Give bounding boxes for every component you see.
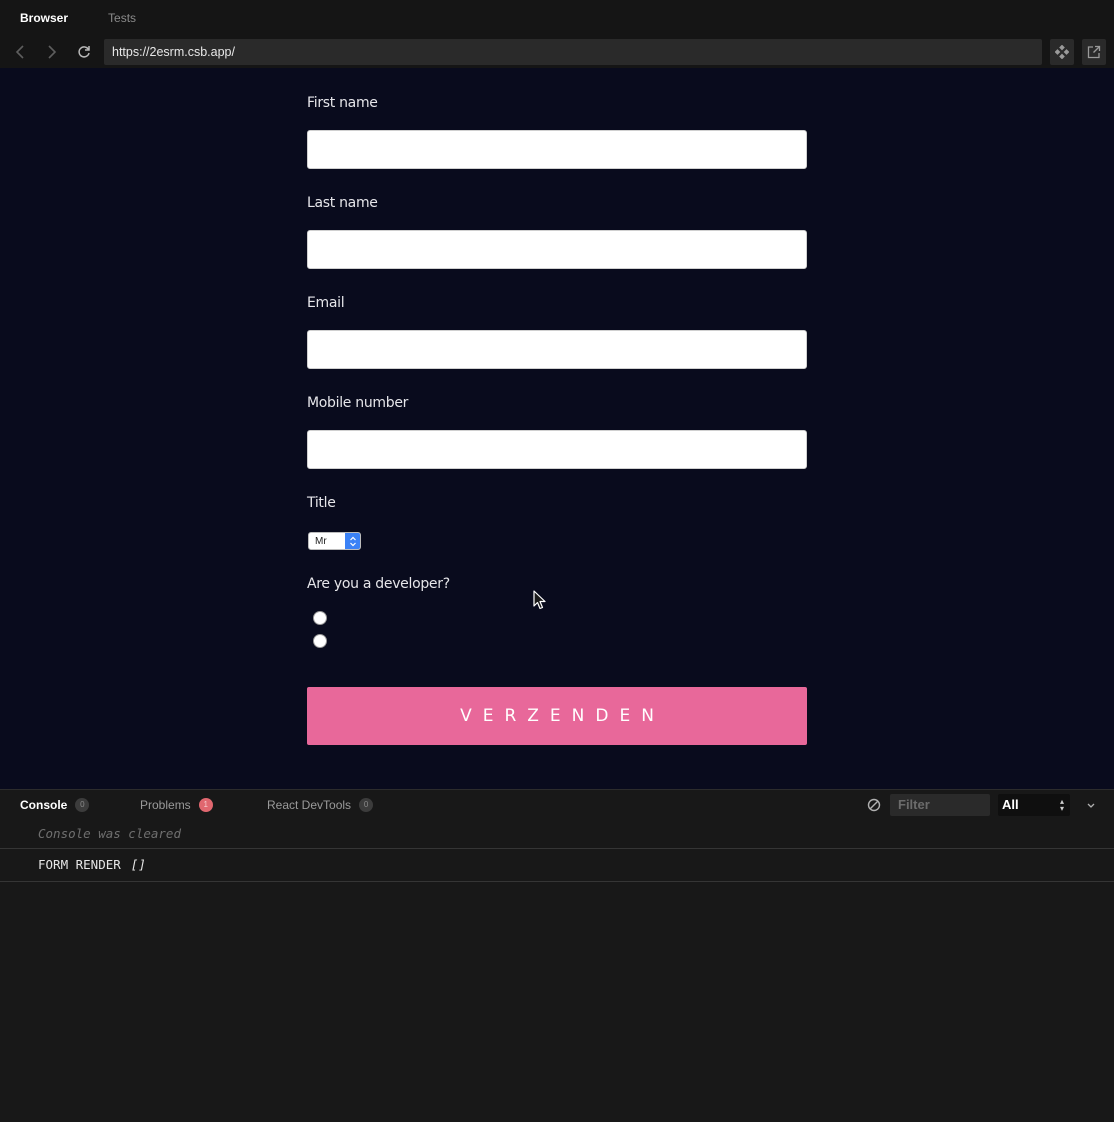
mobile-number-input[interactable]: [307, 430, 807, 469]
console-cleared-message: Console was cleared: [0, 823, 1114, 849]
react-devtools-count-badge: 0: [359, 798, 374, 812]
chevron-left-icon: [15, 45, 24, 59]
last-name-input[interactable]: [307, 230, 807, 269]
console-tabs: Console 0 Problems 1 React DevTools 0 Fi…: [0, 790, 1114, 820]
tab-react-devtools[interactable]: React DevTools 0: [267, 790, 374, 820]
url-input[interactable]: https://2esrm.csb.app/: [104, 39, 1042, 65]
console-panel: Console 0 Problems 1 React DevTools 0 Fi…: [0, 789, 1114, 1122]
email-label: Email: [307, 295, 345, 311]
tab-problems[interactable]: Problems 1: [140, 790, 213, 820]
refresh-button[interactable]: [68, 36, 100, 68]
tab-react-devtools-label: React DevTools: [267, 798, 352, 812]
title-select[interactable]: Mr: [308, 532, 361, 550]
back-button[interactable]: [4, 36, 36, 68]
log-level-value: All: [1002, 797, 1019, 812]
updown-arrows-icon: ▴ ▾: [1059, 797, 1064, 813]
log-level-select[interactable]: All ▴ ▾: [998, 794, 1070, 816]
external-link-icon: [1087, 45, 1101, 59]
tab-tests[interactable]: Tests: [88, 0, 156, 36]
select-arrows-icon: [345, 533, 360, 549]
tab-console-label: Console: [20, 798, 68, 812]
email-input[interactable]: [307, 330, 807, 369]
codesandbox-icon: [1055, 45, 1069, 59]
filter-input[interactable]: Filter: [890, 794, 990, 816]
problems-count-badge: 1: [198, 798, 213, 812]
first-name-input[interactable]: [307, 130, 807, 169]
first-name-label: First name: [307, 95, 378, 111]
navigation-bar: https://2esrm.csb.app/: [0, 36, 1114, 68]
mouse-cursor-icon: [533, 590, 546, 610]
tab-problems-label: Problems: [140, 798, 191, 812]
title-label: Title: [307, 495, 336, 511]
last-name-label: Last name: [307, 195, 378, 211]
title-selected-value: Mr: [315, 535, 327, 547]
tab-browser[interactable]: Browser: [0, 0, 88, 36]
submit-button[interactable]: VERZENDEN: [307, 687, 807, 745]
forward-button[interactable]: [36, 36, 68, 68]
developer-radio-no[interactable]: [313, 634, 327, 648]
top-tabs: Browser Tests: [0, 0, 1114, 36]
chevron-right-icon: [48, 45, 57, 59]
open-new-window-button[interactable]: [1082, 39, 1106, 65]
tab-console[interactable]: Console 0: [20, 790, 90, 820]
log-message-arg: []: [130, 857, 146, 872]
mobile-number-label: Mobile number: [307, 395, 409, 411]
console-count-badge: 0: [75, 798, 90, 812]
clear-console-icon[interactable]: [866, 797, 882, 813]
devtools-button[interactable]: [1050, 39, 1074, 65]
developer-radio-yes[interactable]: [313, 611, 327, 625]
developer-question-label: Are you a developer?: [307, 576, 450, 592]
chevron-down-icon[interactable]: [1084, 798, 1098, 812]
refresh-icon: [78, 46, 90, 58]
console-log-entry: FORM RENDER []: [0, 850, 1114, 882]
log-message-text: FORM RENDER: [38, 857, 121, 872]
preview-pane: First name Last name Email Mobile number…: [0, 68, 1114, 789]
